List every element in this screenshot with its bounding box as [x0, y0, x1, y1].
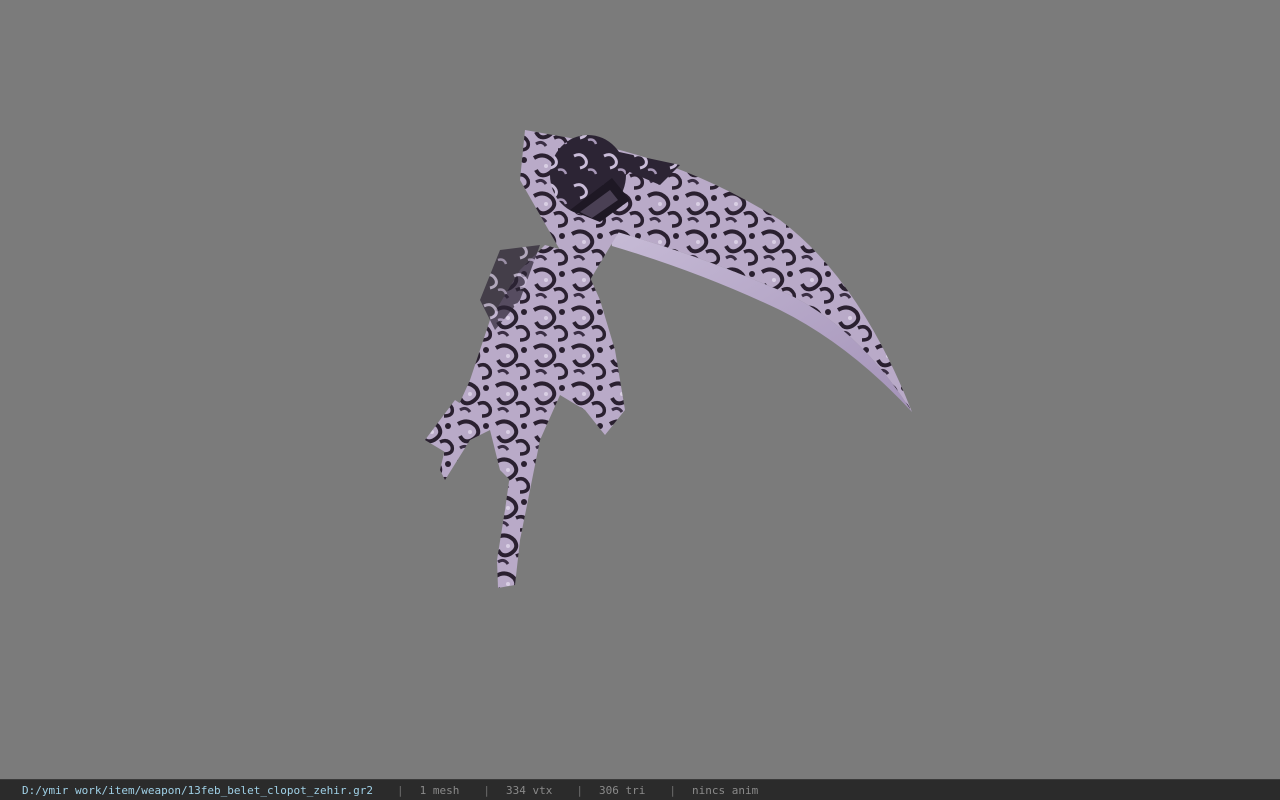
animation-status: nincs anim [691, 783, 759, 797]
separator: | [483, 783, 490, 797]
triangle-count: 306 tri [598, 783, 646, 797]
separator: | [576, 783, 583, 797]
separator: | [397, 783, 404, 797]
separator: | [669, 783, 676, 797]
scythe-model [425, 130, 912, 588]
status-bar: D:/ymir work/item/weapon/13feb_belet_clo… [0, 779, 1280, 800]
scythe-blade [610, 148, 912, 412]
mesh-count: 1 mesh [419, 783, 460, 797]
file-path: D:/ymir work/item/weapon/13feb_belet_clo… [22, 783, 373, 797]
3d-viewport[interactable] [0, 0, 1280, 779]
vertex-count: 334 vtx [506, 783, 553, 797]
